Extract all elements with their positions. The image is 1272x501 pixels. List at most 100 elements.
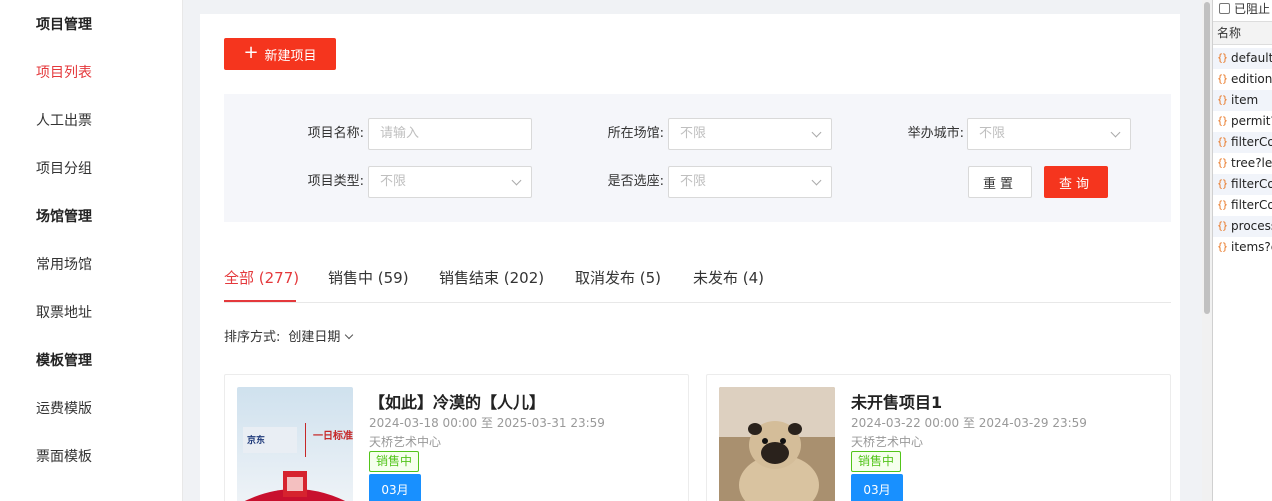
project-card[interactable]: 未开售项目1 2024-03-22 00:00 至 2024-03-29 23:…: [706, 374, 1171, 501]
city-select-value: 不限: [979, 126, 1006, 141]
project-name-label: 项目名称:: [307, 126, 364, 141]
city-label: 举办城市:: [907, 126, 964, 141]
project-type-value: 不限: [380, 174, 407, 189]
project-poster[interactable]: 京东 一日标准票: [237, 387, 353, 501]
blocked-label: 已阻止: [1234, 1, 1271, 16]
tab-unpublished-cancel[interactable]: 取消发布 (5): [575, 266, 661, 290]
project-type-label: 项目类型:: [307, 174, 364, 189]
month-badge: 03月: [851, 474, 903, 501]
seat-select[interactable]: 不限: [668, 166, 832, 198]
name-column-header[interactable]: 名称: [1213, 21, 1272, 45]
new-project-button[interactable]: + 新建项目: [224, 38, 336, 70]
seat-select-label: 是否选座:: [607, 174, 664, 189]
active-tab-indicator: [224, 300, 296, 302]
pug-photo-image: [719, 387, 835, 501]
request-row[interactable]: {}process: [1213, 216, 1272, 237]
sidebar-group-template-management[interactable]: 模板管理: [36, 351, 92, 371]
request-name: item: [1231, 93, 1259, 107]
poster-image: 京东 一日标准票: [237, 387, 353, 501]
project-type-select[interactable]: 不限: [368, 166, 532, 198]
json-icon: {}: [1217, 95, 1228, 106]
chevron-down-icon: [1110, 127, 1121, 138]
city-select[interactable]: 不限: [967, 118, 1131, 150]
scrollbar-thumb[interactable]: [1204, 2, 1210, 314]
venue-select-value: 不限: [680, 126, 707, 141]
request-name: default: [1231, 51, 1272, 65]
json-icon: {}: [1217, 242, 1228, 253]
reset-button[interactable]: 重置: [968, 166, 1032, 198]
chevron-down-icon: [511, 175, 522, 186]
venue-label: 所在场馆:: [607, 126, 664, 141]
project-date-range: 2024-03-22 00:00 至 2024-03-29 23:59: [851, 416, 1087, 430]
main-content: + 新建项目 项目名称: 请输入 所在场馆: 不限 举办城市: 不限 项目类型:…: [183, 0, 1202, 501]
json-icon: {}: [1217, 53, 1228, 64]
request-name: process: [1231, 219, 1272, 233]
request-row[interactable]: {} filterCo: [1213, 174, 1272, 195]
query-button[interactable]: 查询: [1044, 166, 1108, 198]
request-row[interactable]: {}tree?lev: [1213, 153, 1272, 174]
tab-all[interactable]: 全部 (277): [224, 266, 299, 290]
sort-label: 排序方式:: [224, 330, 281, 345]
sidebar-item-manual-ticket[interactable]: 人工出票: [36, 111, 92, 131]
json-icon: {}: [1217, 116, 1228, 127]
sidebar-item-common-venues[interactable]: 常用场馆: [36, 255, 92, 275]
tab-sale-ended[interactable]: 销售结束 (202): [439, 266, 544, 290]
json-icon: {}: [1217, 137, 1228, 148]
project-title[interactable]: 【如此】冷漠的【人儿】: [369, 389, 545, 413]
main-scrollbar[interactable]: [1202, 0, 1212, 501]
sidebar-group-project-management[interactable]: 项目管理: [36, 15, 92, 35]
request-row[interactable]: {} filterCo: [1213, 132, 1272, 153]
filter-panel: 项目名称: 请输入 所在场馆: 不限 举办城市: 不限 项目类型: 不限 是否选…: [224, 94, 1171, 222]
request-row[interactable]: {} filterCo: [1213, 195, 1272, 216]
request-name: filterCo: [1231, 177, 1272, 191]
seat-select-value: 不限: [680, 174, 707, 189]
project-poster[interactable]: [719, 387, 835, 501]
tab-not-published[interactable]: 未发布 (4): [693, 266, 764, 290]
json-icon: {}: [1217, 158, 1228, 169]
month-badge: 03月: [369, 474, 421, 501]
request-name: filterCo: [1231, 135, 1272, 149]
request-row[interactable]: {}items?c: [1213, 237, 1272, 258]
blocked-requests-filter[interactable]: 已阻止: [1219, 0, 1270, 16]
json-icon: {}: [1217, 221, 1228, 232]
request-row[interactable]: {} edition: [1213, 69, 1272, 90]
plus-icon: +: [243, 42, 259, 63]
request-name: edition: [1231, 72, 1272, 86]
request-row[interactable]: {}permit?: [1213, 111, 1272, 132]
sidebar-item-ticket-template[interactable]: 票面模板: [36, 447, 92, 467]
sidebar-item-pickup-address[interactable]: 取票地址: [36, 303, 92, 323]
request-row[interactable]: {} default: [1213, 48, 1272, 69]
sidebar: 项目管理 项目列表 人工出票 项目分组 场馆管理 常用场馆 取票地址 模板管理 …: [0, 0, 183, 501]
sidebar-group-venue-management[interactable]: 场馆管理: [36, 207, 92, 227]
blocked-checkbox[interactable]: [1219, 2, 1230, 14]
project-venue: 天桥艺术中心: [369, 435, 442, 449]
content-panel: + 新建项目 项目名称: 请输入 所在场馆: 不限 举办城市: 不限 项目类型:…: [200, 14, 1180, 501]
status-tabs: 全部 (277) 销售中 (59) 销售结束 (202) 取消发布 (5) 未发…: [224, 262, 1171, 303]
request-name: filterCo: [1231, 198, 1272, 212]
chevron-down-icon: [811, 127, 822, 138]
sidebar-item-project-group[interactable]: 项目分组: [36, 159, 92, 179]
project-name-input[interactable]: 请输入: [368, 118, 532, 150]
request-row[interactable]: {} item: [1213, 90, 1272, 111]
poster-caption: 一日标准票: [313, 429, 353, 442]
request-name: tree?lev: [1231, 156, 1272, 170]
tab-on-sale[interactable]: 销售中 (59): [328, 266, 409, 290]
json-icon: {}: [1217, 179, 1228, 190]
sidebar-item-shipping-template[interactable]: 运费模版: [36, 399, 92, 419]
new-project-label: 新建项目: [264, 48, 317, 64]
request-name: permit?: [1231, 114, 1272, 128]
json-icon: {}: [1217, 74, 1228, 85]
project-title[interactable]: 未开售项目1: [851, 389, 942, 413]
sidebar-item-project-list[interactable]: 项目列表: [36, 63, 92, 83]
sort-control: 排序方式: 创建日期: [224, 330, 354, 346]
project-card[interactable]: 京东 一日标准票 【如此】冷漠的【人儿】 2024-03-18 00:00 至 …: [224, 374, 689, 501]
status-badge: 销售中: [851, 451, 902, 472]
devtools-network-panel: 已阻止 名称 {} default {} edition {} item {} perm…: [1212, 0, 1272, 501]
project-name-placeholder: 请输入: [380, 126, 420, 141]
json-icon: {}: [1217, 200, 1228, 211]
sort-value[interactable]: 创建日期: [288, 330, 340, 345]
request-name: items?c: [1231, 240, 1272, 254]
status-badge: 销售中: [369, 451, 420, 472]
chevron-down-icon[interactable]: [345, 330, 354, 340]
venue-select[interactable]: 不限: [668, 118, 832, 150]
